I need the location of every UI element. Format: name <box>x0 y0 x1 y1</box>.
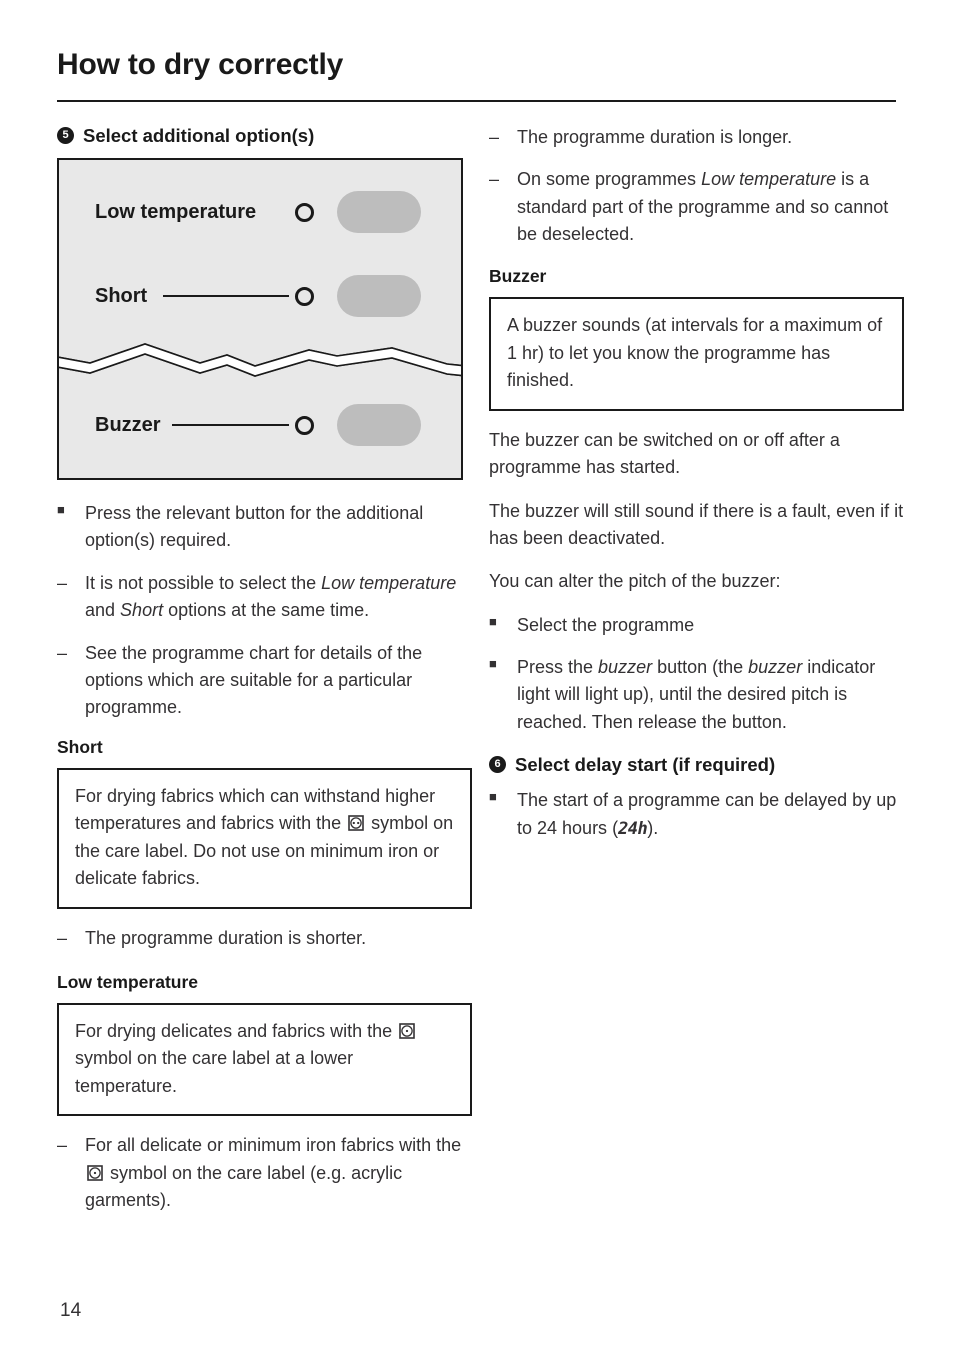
list-item: – The programme duration is shorter. <box>57 925 472 952</box>
note-box-text: A buzzer sounds (at intervals for a maxi… <box>507 315 883 391</box>
list-item: – The programme duration is longer. <box>489 124 904 151</box>
option-button-pill-short[interactable] <box>337 275 421 318</box>
list-item-text: The programme duration is shorter. <box>85 927 367 948</box>
page-title: How to dry correctly <box>57 48 344 81</box>
right-top-bullet-list: – The programme duration is longer. – On… <box>489 124 904 248</box>
page-number: 14 <box>60 1300 82 1321</box>
dash-bullet-icon: – <box>489 127 500 147</box>
low-temperature-section: Low temperature For drying delicates and… <box>57 972 472 1215</box>
list-item: – See the programme chart for details of… <box>57 640 472 722</box>
step-heading-label: Select additional option(s) <box>83 125 315 146</box>
step-heading-6: 6 Select delay start (if required) <box>489 753 904 776</box>
dash-bullet-icon: – <box>489 169 500 190</box>
paragraph: You can alter the pitch of the buzzer: <box>489 571 781 592</box>
note-box-short: For drying fabrics which can withstand h… <box>57 767 472 909</box>
left-bullet-list: ■ Press the relevant button for the addi… <box>57 500 472 722</box>
lcd-display-value: 24h <box>618 818 648 839</box>
list-item-text: For all delicate or minimum iron fabrics… <box>85 1135 462 1211</box>
section-heading-short: Short <box>57 736 103 757</box>
title-divider <box>57 100 896 102</box>
square-bullet-icon: ■ <box>57 502 65 518</box>
illustration-row-short: Short <box>59 268 461 324</box>
left-column: 5 Select additional option(s) Low temper… <box>57 124 472 1230</box>
step-number-badge: 5 <box>57 127 74 144</box>
leader-line-buzzer <box>172 424 289 427</box>
illustration-row-buzzer: Buzzer <box>59 397 461 453</box>
square-bullet-icon: ■ <box>489 613 497 629</box>
option-button-pill-low-temperature[interactable] <box>337 191 421 234</box>
document-page: How to dry correctly 5 Select additional… <box>0 0 954 1352</box>
emphasis-text: buzzer <box>748 657 803 678</box>
list-item-text: The start of a programme can be delayed … <box>517 790 897 839</box>
note-box-buzzer: A buzzer sounds (at intervals for a maxi… <box>489 297 904 411</box>
note-box-text: For drying delicates and fabrics with th… <box>75 1018 456 1101</box>
care-symbol-one-dot-icon <box>399 1023 415 1039</box>
paragraph: The buzzer will still sound if there is … <box>489 500 904 548</box>
emphasis-text: Short <box>120 600 164 621</box>
list-item-text: On some programmes Low temperature is a … <box>517 169 889 245</box>
list-item: ■ The start of a programme can be delaye… <box>489 787 904 842</box>
dash-bullet-icon: – <box>57 642 68 663</box>
step-heading-label: Select delay start (if required) <box>515 754 776 776</box>
list-item: – It is not possible to select the Low t… <box>57 570 472 625</box>
note-box-text: For drying fabrics which can withstand h… <box>75 785 454 889</box>
dash-bullet-icon: – <box>57 927 68 948</box>
indicator-light-circle-icon <box>295 415 314 435</box>
illustration-row-low-temperature: Low temperature <box>59 184 461 240</box>
note-box-low-temperature: For drying delicates and fabrics with th… <box>57 1002 472 1117</box>
right-column: – The programme duration is longer. – On… <box>489 124 904 857</box>
section-heading-buzzer: Buzzer <box>489 266 547 287</box>
dash-bullet-icon: – <box>57 572 68 593</box>
paragraph: The buzzer can be switched on or off aft… <box>489 429 840 478</box>
list-item-text: The programme duration is longer. <box>517 127 793 147</box>
illustration-label-buzzer: Buzzer <box>95 413 161 436</box>
list-item-text: Press the buzzer button (the buzzer indi… <box>517 657 876 732</box>
control-panel-illustration: Low temperature Short Buzzer <box>57 158 463 481</box>
short-section: Short For drying fabrics which can withs… <box>57 737 472 952</box>
section-heading-low-temperature: Low temperature <box>57 972 198 992</box>
dash-bullet-icon: – <box>57 1135 68 1156</box>
delay-start-section: 6 Select delay start (if required) ■ The… <box>489 753 904 842</box>
indicator-light-circle-icon <box>295 202 314 222</box>
list-item: ■ Select the programme <box>489 612 904 639</box>
illustration-label-short: Short <box>95 284 148 307</box>
step-heading-5: 5 Select additional option(s) <box>57 124 472 147</box>
list-item: – For all delicate or minimum iron fabri… <box>57 1132 472 1214</box>
care-symbol-one-dot-icon <box>87 1165 103 1181</box>
step-number-badge: 6 <box>489 756 506 774</box>
care-symbol-two-dots-icon <box>348 815 364 831</box>
indicator-light-circle-icon <box>295 286 314 306</box>
buzzer-section: Buzzer A buzzer sounds (at intervals for… <box>489 266 904 736</box>
square-bullet-icon: ■ <box>489 789 497 805</box>
list-item-text: Press the relevant button for the additi… <box>85 503 424 551</box>
emphasis-text: Low temperature <box>701 169 837 190</box>
emphasis-text: buzzer <box>598 657 653 678</box>
list-item: – On some programmes Low temperature is … <box>489 166 904 248</box>
list-item-text: See the programme chart for details of t… <box>85 642 423 718</box>
list-item-text: It is not possible to select the Low tem… <box>85 572 457 621</box>
zigzag-break-line-icon <box>59 343 461 377</box>
illustration-label-low-temperature: Low temperature <box>95 200 257 223</box>
square-bullet-icon: ■ <box>489 656 497 672</box>
emphasis-text: Low temperature <box>321 572 457 593</box>
option-button-pill-buzzer[interactable] <box>337 404 421 447</box>
list-item: ■ Press the buzzer button (the buzzer in… <box>489 654 904 736</box>
list-item: ■ Press the relevant button for the addi… <box>57 500 472 555</box>
list-item-text: Select the programme <box>517 614 695 635</box>
leader-line-short <box>163 295 289 298</box>
